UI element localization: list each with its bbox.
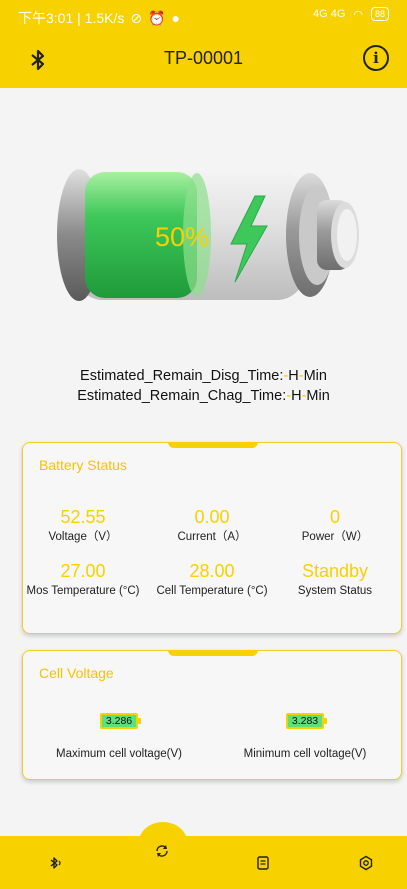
min-cell-voltage-label: Minimum cell voltage(V) [243, 748, 367, 760]
current-label: Current（A） [177, 531, 247, 543]
cell-temperature-label: Cell Temperature (°C) [156, 585, 268, 597]
voltage-value: 52.55 [60, 507, 106, 527]
card-notch [168, 442, 258, 448]
battery-illustration [57, 169, 359, 301]
power-label: Power（W） [301, 531, 369, 543]
min-cell-battery-icon: 3.283 [286, 713, 327, 729]
mos-temperature-label: Mos Temperature (°C) [26, 585, 140, 597]
card-notch [168, 650, 258, 656]
app-header: TP-00001 i [0, 32, 407, 88]
cell-voltage-title: Cell Voltage [39, 665, 114, 681]
disg-hours: H [288, 368, 299, 384]
min-cell-voltage: 3.283 Minimum cell voltage(V) [215, 713, 395, 760]
chag-time-label: Estimated_Remain_Chag_Time: [77, 388, 287, 404]
estimated-charge-time: Estimated_Remain_Chag_Time:-H-Min [77, 388, 330, 404]
current-value: 0.00 [194, 507, 230, 527]
info-icon[interactable]: i [363, 45, 389, 71]
voltage-label: Voltage（V） [48, 531, 118, 543]
estimated-discharge-time: Estimated_Remain_Disg_Time:-H-Min [80, 368, 327, 384]
disg-minutes: Min [303, 368, 327, 384]
battery-status-title: Battery Status [39, 457, 127, 473]
wifi-icon: ◠ [353, 8, 363, 21]
nav-bluetooth-scan-icon[interactable] [48, 855, 64, 871]
stat-current: 0.00 Current（A） [152, 507, 272, 545]
power-value: 0 [329, 507, 340, 527]
page-title: TP-00001 [163, 48, 244, 68]
signal-icon: 4G 4G [312, 8, 346, 20]
status-time-speed: 下午3:01 | 1.5K/s [18, 10, 125, 26]
mos-temperature-value: 27.00 [60, 561, 106, 581]
nav-document-icon[interactable] [255, 855, 271, 871]
battery-percent: 50% [155, 222, 210, 252]
stat-power: 0 Power（W） [275, 507, 395, 545]
system-status-bar: 下午3:01 | 1.5K/s ⊘ ⏰ ● 4G 4G ◠ 88 [0, 0, 407, 32]
cell-temperature-value: 28.00 [189, 561, 235, 581]
app-notification-icon: ● [171, 10, 180, 26]
stat-mos-temperature: 27.00 Mos Temperature (°C) [23, 561, 143, 599]
terminal-highlight [337, 209, 357, 261]
phone-battery-icon: 88 [370, 7, 389, 21]
chag-hours: H [291, 388, 302, 404]
mute-icon: ⊘ [130, 9, 143, 26]
stat-voltage: 52.55 Voltage（V） [23, 507, 143, 545]
cell-voltage-card: Cell Voltage 3.286 Maximum cell voltage(… [22, 650, 402, 780]
system-status-value: Standby [301, 561, 369, 581]
system-status-label: System Status [297, 585, 373, 597]
battery-status-card: Battery Status 52.55 Voltage（V） 0.00 Cur… [22, 442, 402, 634]
alarm-icon: ⏰ [148, 9, 166, 26]
min-cell-voltage-value: 3.283 [288, 715, 322, 727]
stat-cell-temperature: 28.00 Cell Temperature (°C) [152, 561, 272, 599]
max-cell-voltage-value: 3.286 [102, 715, 136, 727]
nav-settings-icon[interactable] [358, 855, 374, 871]
max-cell-voltage: 3.286 Maximum cell voltage(V) [29, 713, 209, 760]
max-cell-battery-icon: 3.286 [100, 713, 141, 729]
stat-system-status: Standby System Status [275, 561, 395, 599]
nav-refresh-icon[interactable] [154, 843, 170, 859]
chag-minutes: Min [306, 388, 330, 404]
max-cell-voltage-label: Maximum cell voltage(V) [56, 748, 182, 760]
battery-graphic: 50% [55, 160, 365, 310]
disg-time-label: Estimated_Remain_Disg_Time: [80, 368, 284, 384]
